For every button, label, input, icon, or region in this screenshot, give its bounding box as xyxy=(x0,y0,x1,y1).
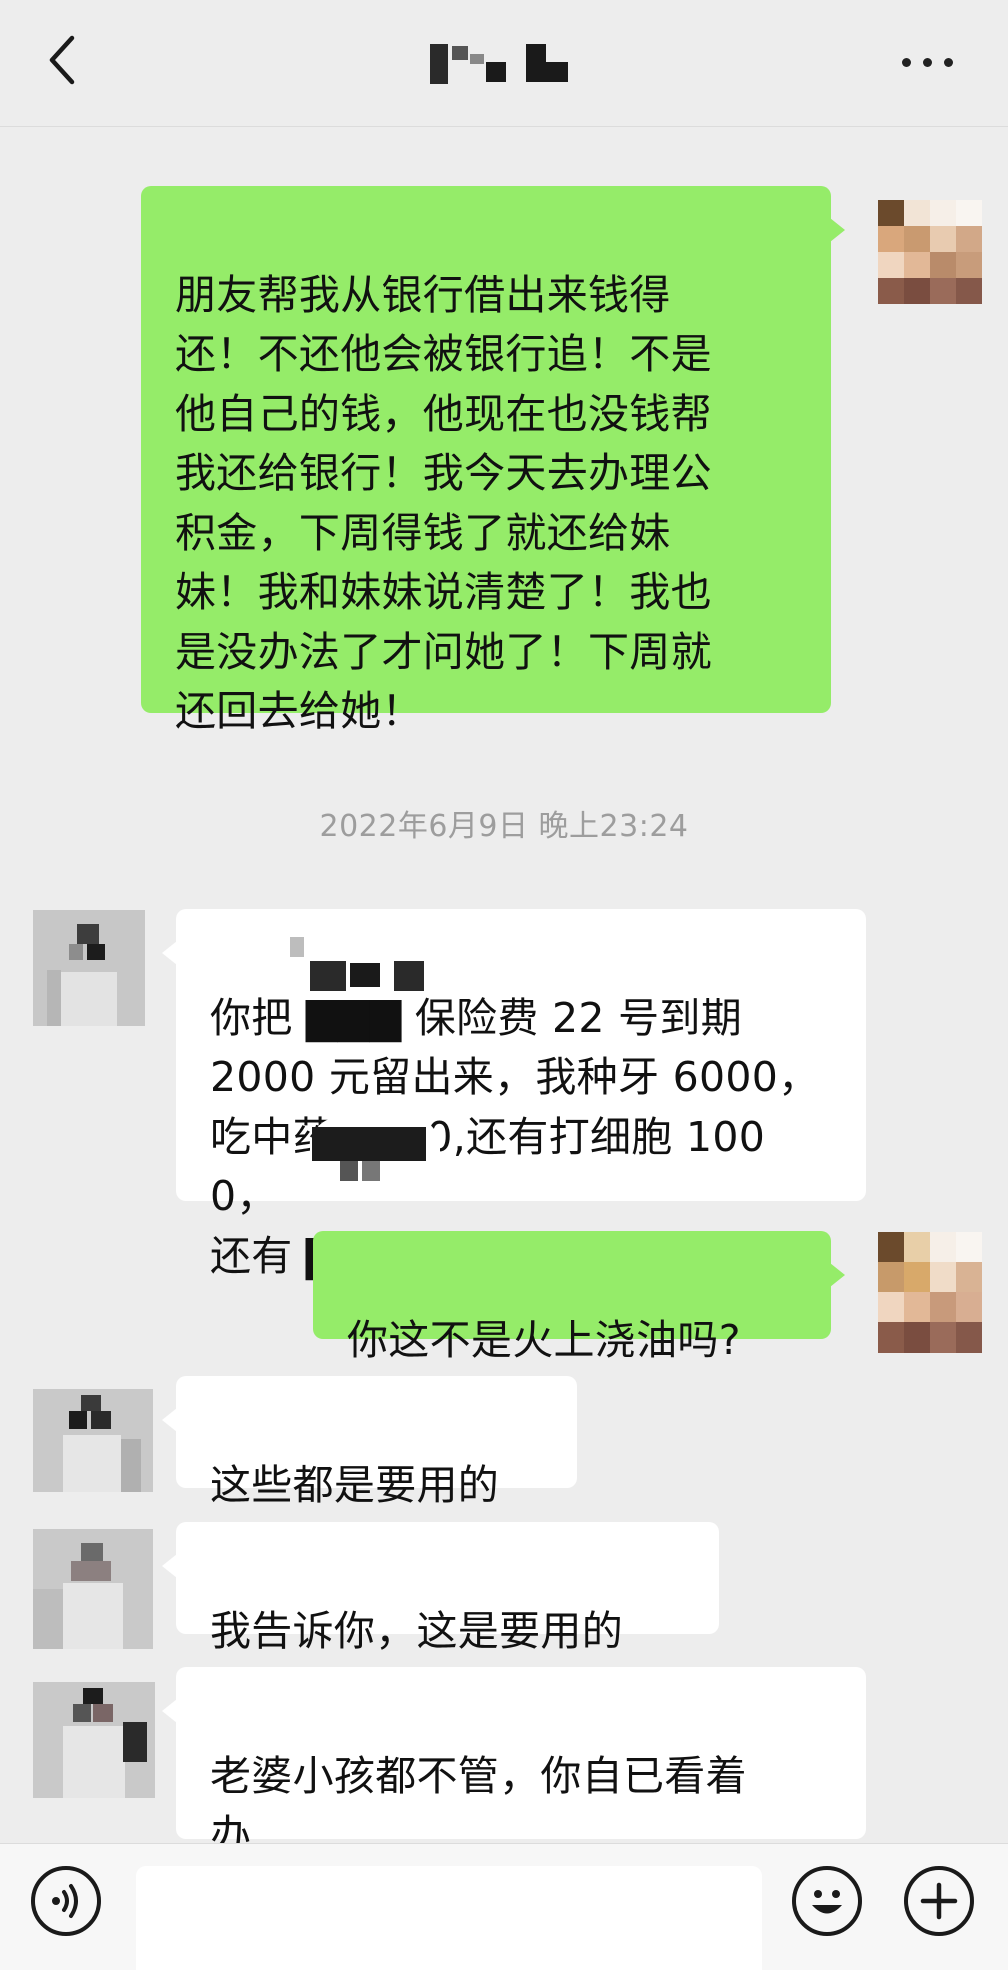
message-bubble-sent[interactable]: 朋友帮我从银行借出来钱得 还！不还他会被银行追！不是 他自己的钱，他现在也没钱帮… xyxy=(141,186,845,735)
redacted-name xyxy=(300,1117,450,1191)
contact-avatar[interactable] xyxy=(33,1682,155,1798)
message-bubble-received[interactable]: 老婆小孩都不管，你自已看着 办 xyxy=(162,1667,866,1859)
contact-avatar[interactable] xyxy=(33,1389,153,1492)
voice-button[interactable] xyxy=(31,1866,101,1936)
message-bubble-received[interactable]: 你把 ▇▇▇ 保险费 22 号到期 2000 元留出来，我种牙 6000， 吃中… xyxy=(162,909,866,1280)
emoji-button[interactable] xyxy=(792,1866,862,1936)
message-text: 我告诉你，这是要用的 xyxy=(210,1606,623,1655)
more-dots-icon xyxy=(902,58,911,67)
chevron-left-icon xyxy=(49,35,75,85)
message-bubble-received[interactable]: 这些都是要用的 xyxy=(162,1376,577,1509)
contact-avatar[interactable] xyxy=(33,910,145,1026)
message-input[interactable] xyxy=(136,1866,762,1970)
emoji-icon xyxy=(812,1890,842,1914)
chat-header xyxy=(0,0,1008,127)
contact-name-redacted xyxy=(430,44,570,84)
redacted-name xyxy=(290,927,450,999)
back-button[interactable] xyxy=(38,30,94,90)
message-text: 这些都是要用的 xyxy=(210,1460,500,1509)
add-button[interactable] xyxy=(904,1866,974,1936)
more-options-button[interactable] xyxy=(898,48,958,76)
message-text: 你这不是火上浇油吗? xyxy=(347,1315,741,1364)
voice-icon xyxy=(52,1884,78,1918)
message-input-bar xyxy=(0,1843,1008,1970)
message-bubble-received[interactable]: 我告诉你，这是要用的 xyxy=(162,1522,719,1655)
plus-icon xyxy=(920,1882,958,1920)
message-text: 朋友帮我从银行借出来钱得 还！不还他会被银行追！不是 他自己的钱，他现在也没钱帮… xyxy=(175,270,712,736)
chat-message-list[interactable]: 朋友帮我从银行借出来钱得 还！不还他会被银行追！不是 他自己的钱，他现在也没钱帮… xyxy=(0,127,1008,1859)
my-avatar[interactable] xyxy=(878,200,982,304)
my-avatar[interactable] xyxy=(878,1232,982,1353)
message-bubble-sent[interactable]: 你这不是火上浇油吗? xyxy=(313,1231,845,1364)
timestamp: 2022年6月9日 晚上23:24 xyxy=(319,809,689,844)
contact-avatar[interactable] xyxy=(33,1529,153,1649)
